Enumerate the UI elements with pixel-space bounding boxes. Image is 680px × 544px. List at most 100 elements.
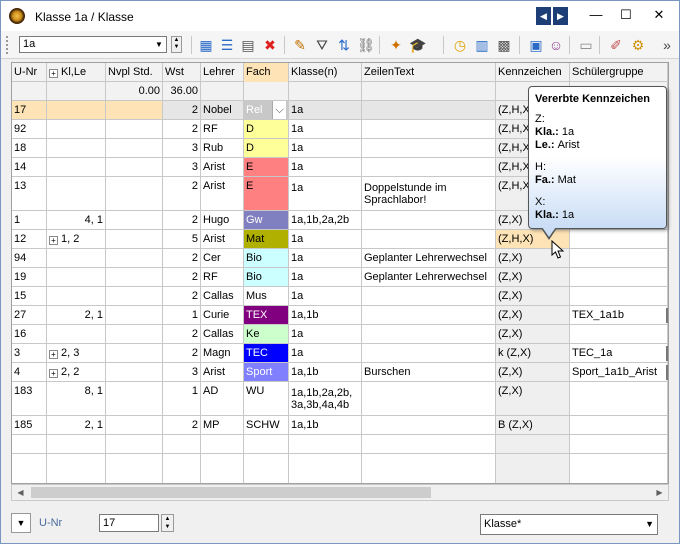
cell-klassen[interactable]: 1a <box>289 344 362 362</box>
cell-schuelergruppe[interactable] <box>570 287 668 305</box>
cell-unr[interactable]: 19 <box>12 268 47 286</box>
empty-cell[interactable] <box>12 435 47 453</box>
cell-wst[interactable]: 1 <box>163 306 201 324</box>
cell-klassen[interactable]: 1a,1b <box>289 416 362 434</box>
table-row[interactable]: 94 2 Cer Bio 1a Geplanter Lehrerwechsel (Z,X) <box>12 249 668 268</box>
cell-lehrer[interactable]: Cer <box>201 249 244 267</box>
clock-icon[interactable]: ◷ <box>451 36 469 54</box>
chevron-down-icon[interactable]: ▼ <box>645 515 654 534</box>
empty-cell[interactable] <box>244 435 289 453</box>
cell-kennzeichen[interactable]: k (Z,X) <box>496 344 570 362</box>
cell-unr[interactable]: 27 <box>12 306 47 324</box>
cell-zeilentext[interactable] <box>362 139 496 157</box>
cell-unr[interactable]: 13 <box>12 177 47 210</box>
cell-klle[interactable]: +2, 3 <box>47 344 106 362</box>
cell-fach[interactable]: E <box>244 158 289 176</box>
cell-klassen[interactable]: 1a <box>289 268 362 286</box>
cell-wst[interactable]: 3 <box>163 363 201 381</box>
cell-nvpl[interactable] <box>106 268 163 286</box>
cell-unr[interactable]: 16 <box>12 325 47 343</box>
cell-unr[interactable]: 3 <box>12 344 47 362</box>
cell-nvpl[interactable] <box>106 249 163 267</box>
cell-lehrer[interactable]: Nobel <box>201 101 244 119</box>
cell-nvpl[interactable] <box>106 158 163 176</box>
table-row[interactable]: 16 2 Callas Ke 1a (Z,X) <box>12 325 668 344</box>
cell-nvpl[interactable] <box>106 101 163 119</box>
cell-fach[interactable]: Gw <box>244 211 289 229</box>
cell-fach[interactable]: TEX <box>244 306 289 324</box>
filter-icon[interactable]: ⛛ <box>313 36 331 54</box>
table-row[interactable]: 27 2, 1 1 Curie TEX 1a,1b (Z,X) TEX_1a1b <box>12 306 668 325</box>
cell-zeilentext[interactable]: Doppelstunde im Sprachlabor! <box>362 177 496 210</box>
cell-lehrer[interactable]: RF <box>201 268 244 286</box>
unr-spinner[interactable]: ▲ ▼ <box>161 514 174 532</box>
cell-wst[interactable]: 2 <box>163 211 201 229</box>
empty-cell[interactable] <box>496 435 570 453</box>
cell-wst[interactable]: 2 <box>163 344 201 362</box>
cell-klle[interactable] <box>47 287 106 305</box>
table-row[interactable]: 3 +2, 3 2 Magn TEC 1a k (Z,X) TEC_1a <box>12 344 668 363</box>
scrollbar-thumb[interactable] <box>31 487 431 498</box>
new-doc-icon[interactable]: ▤ <box>239 36 257 54</box>
chevron-down-icon[interactable]: ⌵ <box>272 101 286 119</box>
column-header-lehrer[interactable]: Lehrer <box>201 63 244 82</box>
cell-klle[interactable]: +2, 2 <box>47 363 106 381</box>
cell-nvpl[interactable] <box>106 416 163 434</box>
column-header-schuelergruppe[interactable]: Schülergruppe <box>570 63 668 82</box>
brush-icon[interactable]: ✐ <box>607 36 625 54</box>
cell-nvpl[interactable] <box>106 325 163 343</box>
cell-fach[interactable]: TEC <box>244 344 289 362</box>
cell-zeilentext[interactable]: Burschen <box>362 363 496 381</box>
cell-klassen[interactable]: 1a <box>289 101 362 119</box>
cell-wst[interactable]: 2 <box>163 101 201 119</box>
cell-klle[interactable] <box>47 120 106 138</box>
table-row[interactable]: 185 2, 1 2 MP SCHW 1a,1b B (Z,X) <box>12 416 668 435</box>
wand-icon[interactable]: ✦ <box>387 36 405 54</box>
cell-unr[interactable]: 18 <box>12 139 47 157</box>
view-select[interactable]: Klasse* ▼ <box>480 514 658 535</box>
cell-schuelergruppe[interactable] <box>570 249 668 267</box>
cell-klassen[interactable]: 1a,1b <box>289 306 362 324</box>
table-row[interactable]: 183 8, 1 1 AD WU 1a,1b,2a,2b, 3a,3b,4a,4b (Z,X… <box>12 382 668 416</box>
scroll-right-icon[interactable]: ▶ <box>652 486 667 499</box>
expand-row-icon[interactable]: + <box>49 369 58 378</box>
horizontal-scrollbar[interactable]: ◀ ▶ <box>11 484 669 501</box>
cell-zeilentext[interactable]: Geplanter Lehrerwechsel <box>362 249 496 267</box>
settings-grid-icon[interactable]: ▩ <box>495 36 513 54</box>
cell-wst[interactable]: 2 <box>163 177 201 210</box>
cell-lehrer[interactable]: Callas <box>201 325 244 343</box>
cell-unr[interactable]: 94 <box>12 249 47 267</box>
cell-klle[interactable]: 8, 1 <box>47 382 106 415</box>
previous-element-button[interactable]: ◀ <box>536 7 551 25</box>
grid-add-icon[interactable]: ▦ <box>197 36 215 54</box>
cell-lehrer[interactable]: Magn <box>201 344 244 362</box>
cell-fach[interactable]: Sport <box>244 363 289 381</box>
cell-kennzeichen[interactable]: B (Z,X) <box>496 416 570 434</box>
cell-klassen[interactable]: 1a <box>289 139 362 157</box>
cell-kennzeichen[interactable]: (Z,X) <box>496 268 570 286</box>
empty-cell[interactable] <box>163 435 201 453</box>
minimize-button[interactable]: — <box>581 5 611 25</box>
column-header-nvpl[interactable]: Nvpl Std. <box>106 63 163 82</box>
table-row[interactable]: 19 2 RF Bio 1a Geplanter Lehrerwechsel (Z,X) <box>12 268 668 287</box>
maximize-button[interactable]: ☐ <box>611 5 641 25</box>
cell-lehrer[interactable]: Curie <box>201 306 244 324</box>
cell-kennzeichen[interactable]: (Z,X) <box>496 363 570 381</box>
cell-klassen[interactable]: 1a <box>289 120 362 138</box>
cell-klle[interactable] <box>47 139 106 157</box>
cell-unr[interactable]: 183 <box>12 382 47 415</box>
table-row[interactable]: 12 +1, 2 5 Arist Mat 1a (Z,H,X) <box>12 230 668 249</box>
cell-lehrer[interactable]: Rub <box>201 139 244 157</box>
cell-zeilentext[interactable]: Geplanter Lehrerwechsel <box>362 268 496 286</box>
pen-icon[interactable]: ✎ <box>291 36 309 54</box>
cell-nvpl[interactable] <box>106 287 163 305</box>
cell-zeilentext[interactable] <box>362 230 496 248</box>
cell-klle[interactable] <box>47 249 106 267</box>
cell-lehrer[interactable]: Callas <box>201 287 244 305</box>
cell-schuelergruppe[interactable] <box>570 230 668 248</box>
cell-kennzeichen[interactable]: (Z,X) <box>496 382 570 415</box>
cell-lehrer[interactable]: MP <box>201 416 244 434</box>
cell-unr[interactable]: 1 <box>12 211 47 229</box>
column-header-wst[interactable]: Wst <box>163 63 201 82</box>
people-icon[interactable]: ☺ <box>547 36 565 54</box>
